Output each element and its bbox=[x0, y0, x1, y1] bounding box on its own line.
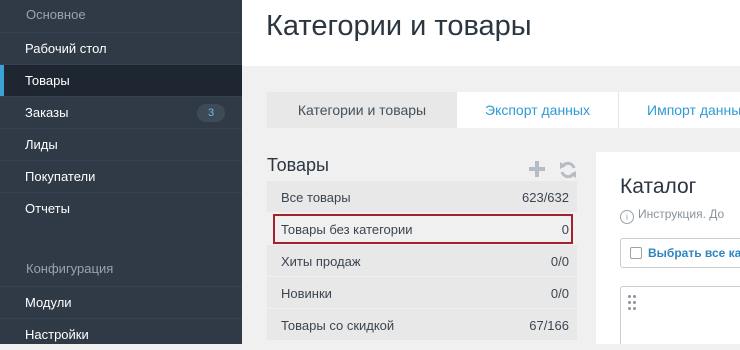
sidebar-item-products[interactable]: Товары bbox=[0, 64, 242, 96]
sidebar-item-leads[interactable]: Лиды bbox=[0, 128, 242, 160]
highlight-frame bbox=[273, 214, 573, 244]
page-title: Категории и товары bbox=[266, 10, 532, 42]
category-item-discount[interactable]: Товары со скидкой 67/166 bbox=[267, 309, 577, 341]
drag-handle-icon[interactable] bbox=[628, 295, 638, 317]
category-item-all[interactable]: Все товары 623/632 bbox=[267, 181, 577, 213]
category-label: Товары со скидкой bbox=[281, 318, 395, 333]
select-all-checkbox[interactable] bbox=[630, 247, 642, 259]
sidebar-item-label: Товары bbox=[25, 73, 70, 88]
category-item-new[interactable]: Новинки 0/0 bbox=[267, 277, 577, 309]
sidebar-item-orders[interactable]: Заказы 3 bbox=[0, 96, 242, 128]
orders-count-badge: 3 bbox=[197, 104, 225, 122]
sidebar-item-label: Модули bbox=[25, 295, 72, 310]
category-label: Хиты продаж bbox=[281, 254, 361, 269]
sidebar-item-dashboard[interactable]: Рабочий стол bbox=[0, 32, 242, 64]
refresh-icon[interactable] bbox=[558, 160, 578, 180]
sidebar-item-reports[interactable]: Отчеты bbox=[0, 192, 242, 224]
page-header: Категории и товары bbox=[242, 0, 740, 66]
sidebar-item-label: Заказы bbox=[25, 105, 69, 120]
sidebar-item-settings[interactable]: Настройки bbox=[0, 318, 242, 350]
tab-import[interactable]: Импорт данных bbox=[619, 92, 740, 128]
sidebar-section-main: Основное bbox=[26, 7, 86, 22]
category-list: Все товары 623/632 Товары без категории … bbox=[267, 181, 577, 341]
instruction-text: Инструкция. До bbox=[638, 207, 725, 221]
select-all-button[interactable]: Выбрать все ка bbox=[620, 238, 740, 268]
catalog-title: Каталог bbox=[620, 175, 697, 198]
sidebar-item-label: Настройки bbox=[25, 327, 89, 342]
category-label: Новинки bbox=[281, 286, 332, 301]
category-item-bestsellers[interactable]: Хиты продаж 0/0 bbox=[267, 245, 577, 277]
sidebar-item-label: Рабочий стол bbox=[25, 41, 107, 56]
category-count: 623/632 bbox=[522, 190, 569, 205]
tab-bar: Категории и товары Экспорт данных Импорт д… bbox=[267, 92, 740, 128]
sidebar-item-label: Покупатели bbox=[25, 169, 96, 184]
sidebar-item-label: Отчеты bbox=[25, 201, 70, 216]
sidebar-item-customers[interactable]: Покупатели bbox=[0, 160, 242, 192]
plus-icon[interactable] bbox=[527, 160, 547, 180]
category-count: 67/166 bbox=[529, 318, 569, 333]
tab-export[interactable]: Экспорт данных bbox=[457, 92, 619, 128]
info-icon: i bbox=[620, 210, 634, 224]
sidebar: Основное Рабочий стол Товары Заказы 3 Ли… bbox=[0, 0, 242, 344]
sidebar-section-config: Конфигурация bbox=[26, 261, 114, 276]
category-count: 0/0 bbox=[550, 286, 569, 301]
instruction-link[interactable]: i Инструкция. До bbox=[620, 207, 724, 224]
category-count: 0/0 bbox=[550, 254, 569, 269]
category-label: Все товары bbox=[281, 190, 351, 205]
sidebar-item-label: Лиды bbox=[25, 137, 58, 152]
tab-categories-products[interactable]: Категории и товары bbox=[267, 92, 457, 128]
sidebar-item-modules[interactable]: Модули bbox=[0, 286, 242, 318]
catalog-panel: Каталог i Инструкция. До Выбрать все ка bbox=[596, 152, 740, 344]
catalog-tree-item[interactable] bbox=[620, 286, 740, 344]
products-panel-title: Товары bbox=[267, 155, 329, 175]
select-all-label: Выбрать все ка bbox=[648, 246, 740, 260]
